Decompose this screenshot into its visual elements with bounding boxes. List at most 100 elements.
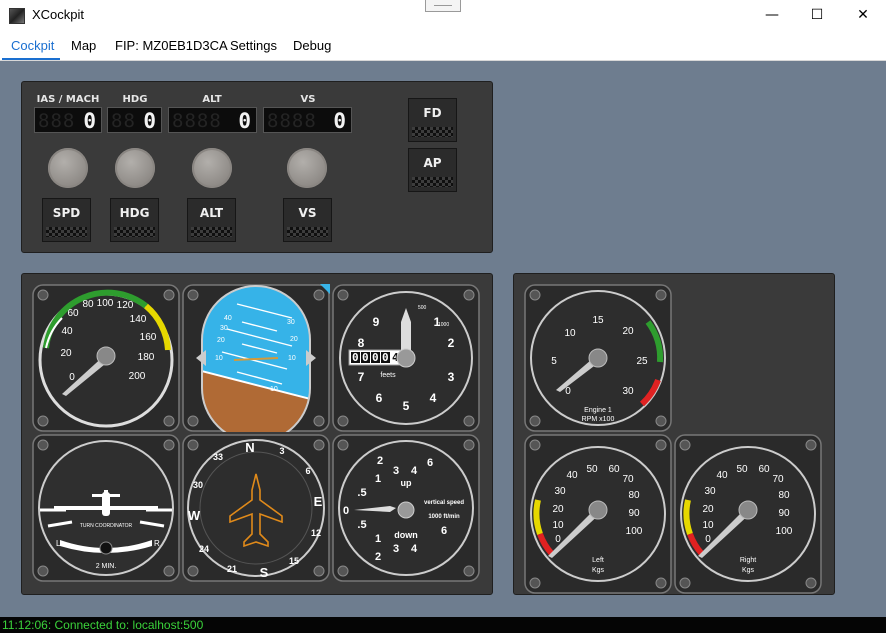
svg-text:10: 10 [552, 520, 564, 531]
hdg-label: HDG [122, 94, 148, 105]
fuel-right-gauge: 0 10 20 30 40 50 60 70 80 90 100 Right K… [674, 434, 822, 594]
svg-text:Kgs: Kgs [742, 567, 755, 574]
svg-text:3: 3 [448, 370, 455, 384]
asi-0: 0 [69, 372, 75, 383]
asi-60: 60 [67, 308, 79, 319]
minimize-button[interactable]: — [749, 0, 795, 31]
svg-text:6: 6 [376, 391, 383, 405]
svg-text:500: 500 [418, 305, 427, 311]
fd-button[interactable]: FD [408, 98, 457, 142]
ap-button[interactable]: AP [408, 148, 457, 192]
svg-text:40: 40 [716, 470, 728, 481]
vs-display: 8888 0 [263, 107, 352, 133]
spd-button[interactable]: SPD [42, 198, 91, 242]
altimeter: 1 2 3 4 5 6 7 8 9 500 1000 0 0 0 0 4 fee… [332, 284, 480, 432]
svg-text:2 MIN.: 2 MIN. [96, 563, 117, 570]
svg-text:Kgs: Kgs [592, 567, 605, 574]
asi-100: 100 [97, 298, 114, 309]
hdg-button[interactable]: HDG [110, 198, 159, 242]
svg-text:0: 0 [343, 505, 349, 517]
drag-handle[interactable] [425, 0, 461, 12]
svg-text:0: 0 [352, 351, 359, 364]
close-button[interactable]: ✕ [840, 0, 886, 31]
tab-debug[interactable]: Debug [293, 38, 331, 53]
asi-40: 40 [61, 326, 73, 337]
svg-text:90: 90 [628, 508, 640, 519]
svg-text:Engine 1: Engine 1 [584, 407, 612, 414]
heading-indicator: N 3 6 E 12 15 S 21 24 W 30 33 [182, 434, 330, 582]
tab-fip[interactable]: FIP: MZ0EB1D3CA [115, 38, 228, 53]
svg-text:8: 8 [358, 336, 365, 350]
asi-200: 200 [129, 371, 146, 382]
svg-text:24: 24 [199, 544, 209, 554]
svg-text:33: 33 [213, 452, 223, 462]
svg-text:80: 80 [778, 490, 790, 501]
vs-knob[interactable] [287, 148, 327, 188]
svg-text:2: 2 [448, 336, 455, 350]
svg-text:3: 3 [279, 446, 284, 456]
tab-settings[interactable]: Settings [230, 38, 277, 53]
autopilot-panel: IAS / MACH HDG ALT VS 888 0 88 0 8888 0 888… [21, 81, 493, 253]
svg-text:6: 6 [441, 525, 447, 537]
svg-text:2: 2 [377, 455, 383, 467]
svg-text:Right: Right [740, 557, 756, 564]
asi-160: 160 [140, 332, 157, 343]
svg-text:50: 50 [736, 464, 748, 475]
svg-text:.5: .5 [357, 519, 366, 531]
svg-text:0: 0 [705, 534, 711, 545]
vs-label: VS [300, 94, 316, 105]
alt-button[interactable]: ALT [187, 198, 236, 242]
asi-120: 120 [117, 300, 134, 311]
vs-value: 0 [333, 109, 346, 133]
svg-text:down: down [394, 530, 418, 540]
svg-text:20: 20 [622, 326, 634, 337]
altitude-knob[interactable] [192, 148, 232, 188]
svg-text:20: 20 [702, 504, 714, 515]
svg-text:90: 90 [778, 508, 790, 519]
svg-text:up: up [401, 478, 412, 488]
svg-text:4: 4 [411, 465, 418, 477]
svg-text:10: 10 [270, 386, 278, 393]
turn-coordinator: TURN COORDINATOR L R 2 MIN. [32, 434, 180, 582]
svg-text:30: 30 [704, 486, 716, 497]
svg-text:6: 6 [305, 466, 310, 476]
svg-text:40: 40 [224, 315, 232, 322]
fuel-left-gauge: 0 10 20 30 40 50 60 70 80 90 100 Left Kg… [524, 434, 672, 594]
svg-text:5: 5 [403, 399, 410, 413]
tab-cockpit[interactable]: Cockpit [11, 38, 54, 53]
svg-text:W: W [188, 508, 201, 523]
svg-text:.5: .5 [357, 487, 366, 499]
svg-text:0: 0 [372, 351, 379, 364]
svg-text:0: 0 [362, 351, 369, 364]
tab-map[interactable]: Map [71, 38, 96, 53]
speed-knob[interactable] [48, 148, 88, 188]
svg-text:S: S [260, 565, 269, 580]
svg-text:1: 1 [375, 473, 381, 485]
vs-button[interactable]: VS [283, 198, 332, 242]
svg-text:3: 3 [393, 465, 399, 477]
asi-80: 80 [82, 299, 94, 310]
svg-text:4: 4 [430, 391, 437, 405]
svg-text:0: 0 [382, 351, 389, 364]
window-title: XCockpit [32, 7, 85, 22]
heading-knob[interactable] [115, 148, 155, 188]
svg-text:10: 10 [215, 355, 223, 362]
svg-text:Left: Left [592, 557, 604, 564]
svg-text:vertical speed: vertical speed [424, 500, 464, 506]
ias-value: 0 [83, 109, 96, 133]
connection-status: 11:12:06: Connected to: localhost:500 [2, 618, 204, 632]
svg-text:60: 60 [758, 464, 770, 475]
alt-value: 0 [238, 109, 251, 133]
svg-text:20: 20 [290, 336, 298, 343]
svg-text:30: 30 [622, 386, 634, 397]
altitude-counter: 0 0 0 0 4 [348, 349, 402, 366]
svg-text:30: 30 [554, 486, 566, 497]
asi-20: 20 [60, 348, 72, 359]
hdg-value: 0 [143, 109, 156, 133]
svg-text:70: 70 [622, 474, 634, 485]
maximize-button[interactable]: ☐ [794, 0, 840, 31]
svg-text:RPM x100: RPM x100 [582, 416, 615, 423]
svg-text:0: 0 [565, 386, 571, 397]
active-tab-indicator [2, 58, 60, 60]
svg-text:50: 50 [586, 464, 598, 475]
